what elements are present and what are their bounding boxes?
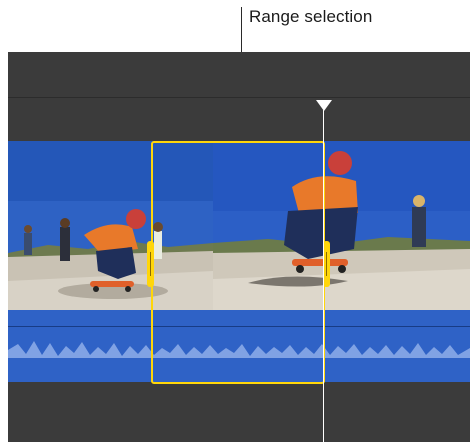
range-end-handle[interactable] — [323, 241, 330, 287]
range-selection-callout-label: Range selection — [249, 7, 373, 26]
playhead-line[interactable] — [323, 110, 324, 442]
timeline-ruler-divider — [8, 97, 470, 98]
range-selection-box[interactable] — [151, 141, 325, 384]
timeline[interactable] — [8, 52, 470, 442]
range-start-handle[interactable] — [147, 241, 154, 287]
playhead-triangle-icon[interactable] — [316, 100, 332, 111]
